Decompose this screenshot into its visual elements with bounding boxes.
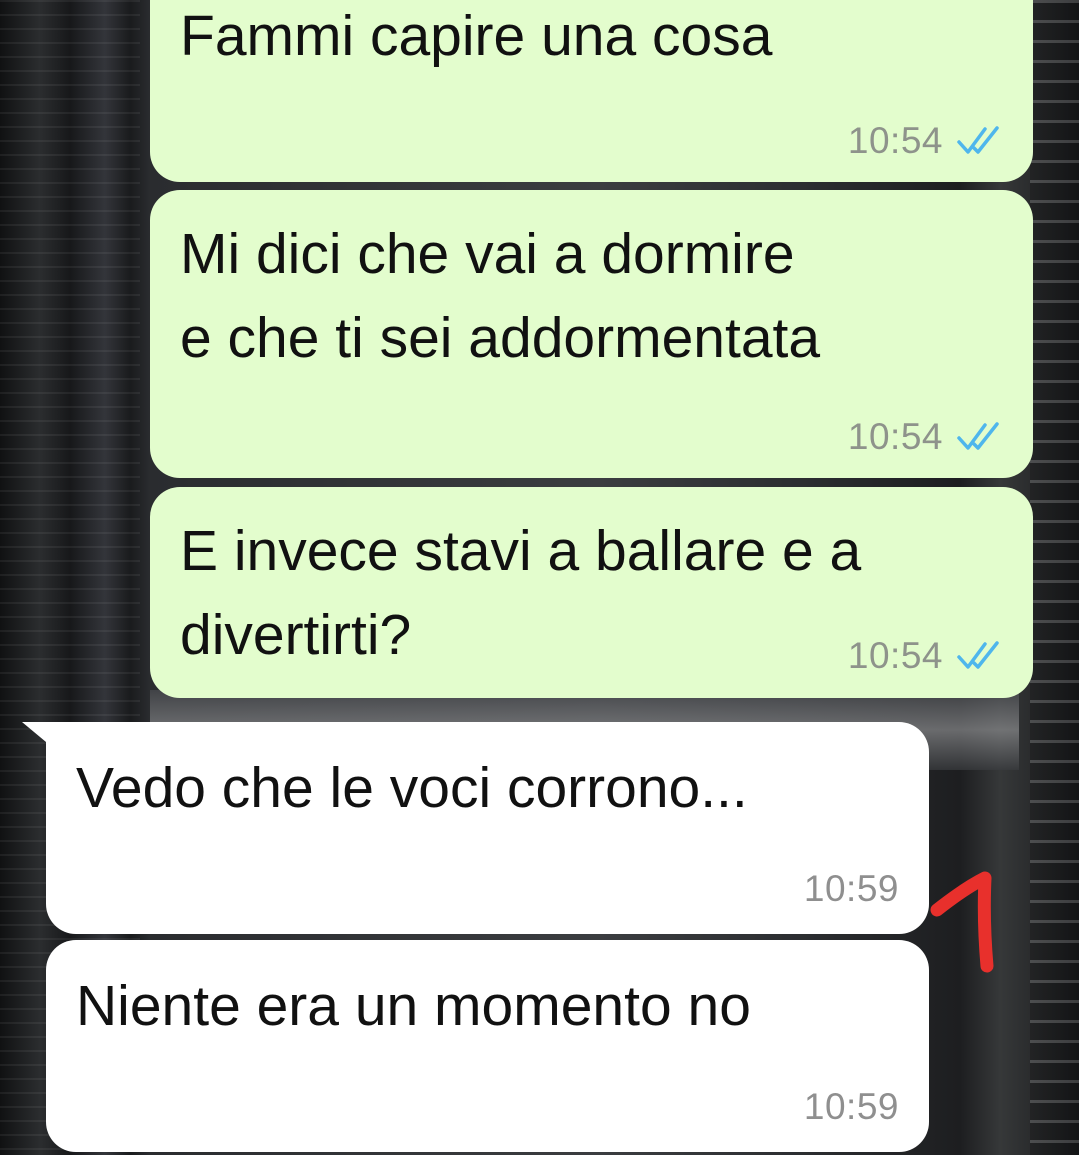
message-time: 10:54	[847, 120, 943, 161]
message-text: Niente era un momento no	[76, 974, 751, 1038]
double-check-read-icon	[957, 126, 999, 154]
message-time: 10:54	[847, 635, 943, 676]
double-check-read-icon	[957, 641, 999, 669]
message-time: 10:54	[847, 416, 943, 457]
message-time: 10:59	[803, 868, 899, 909]
message-bubble-outgoing[interactable]: Fammi capire una cosa 10:54	[150, 0, 1033, 182]
double-check-read-icon	[957, 422, 999, 450]
message-bubble-incoming[interactable]: Vedo che le voci corrono... 10:59	[46, 722, 929, 934]
red-arrow-annotation	[930, 871, 994, 973]
message-text: Vedo che le voci corrono...	[76, 756, 748, 820]
message-text: Mi dici che vai a dormire e che ti sei a…	[180, 222, 821, 370]
message-text: Fammi capire una cosa	[180, 4, 773, 68]
message-bubble-outgoing[interactable]: E invece stavi a ballare e a divertirti?…	[150, 487, 1033, 698]
message-bubble-outgoing[interactable]: Mi dici che vai a dormire e che ti sei a…	[150, 190, 1033, 478]
message-time: 10:59	[803, 1086, 899, 1127]
message-bubble-incoming[interactable]: Niente era un momento no 10:59	[46, 940, 929, 1152]
